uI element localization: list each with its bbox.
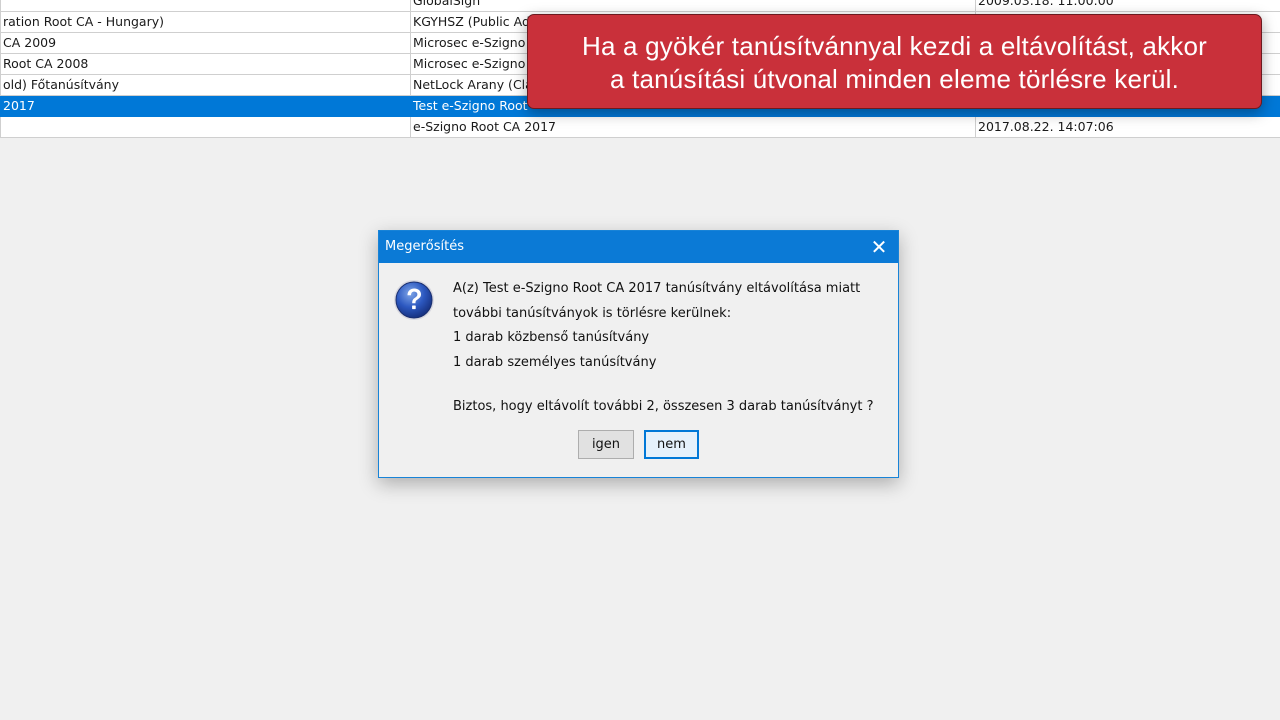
callout-line-1: Ha a gyökér tanúsítvánnyal kezdi a eltáv… [581,31,1207,61]
cell-issuer-text: GlobalSign [413,0,481,8]
message-line-1: A(z) Test e-Szigno Root CA 2017 tanúsítv… [453,281,861,296]
cell-issuer-text: Microsec e-Szigno [413,35,526,50]
cell-name: CA 2009 [0,32,411,54]
no-button[interactable]: nem [644,430,699,459]
cell-name-text: 2017 [3,98,35,113]
confirmation-dialog: Megerősítés ✕ A(z) Test e-Szigno Root CA… [378,230,899,478]
cell-name-text: old) Főtanúsítvány [3,77,119,92]
cell-issuer-text: KGYHSZ (Public Adm [413,14,543,29]
message-question: Biztos, hogy eltávolít további 2, összes… [453,399,874,414]
cell-issuer-text: e-Szigno Root CA 2017 [413,119,557,134]
message-line-2: további tanúsítványok is törlésre kerüln… [453,305,732,321]
table-row[interactable]: e-Szigno Root CA 2017 2017.08.22. 14:07:0… [0,116,1280,138]
cell-name-text: ration Root CA - Hungary) [3,14,164,29]
cell-date: 2009.03.18. 11:00:00 [975,0,1280,12]
cell-date-text: 2017.08.22. 14:07:06 [978,119,1114,134]
cell-name-text: Root CA 2008 [3,56,89,71]
dialog-titlebar[interactable]: Megerősítés ✕ [379,231,898,263]
cell-name-text: CA 2009 [3,35,57,50]
cell-name [0,0,411,12]
cell-date: 2017.08.22. 14:07:06 [975,116,1280,138]
cell-name: Root CA 2008 [0,53,411,75]
dialog-message: A(z) Test e-Szigno Root CA 2017 tanúsítv… [453,277,874,420]
cell-issuer-text: Microsec e-Szigno T [413,56,537,71]
cell-issuer-text: NetLock Arany (Cla [413,77,533,92]
callout-line-2: a tanúsítási útvonal minden eleme törlés… [609,64,1180,94]
yes-button[interactable]: igen [578,430,634,459]
message-line-3: 1 darab közbenső tanúsítvány [453,330,650,345]
question-icon [394,280,434,320]
table-row[interactable]: GlobalSign 2009.03.18. 11:00:00 [0,0,1280,12]
message-gap [453,375,874,395]
cell-name: old) Főtanúsítvány [0,74,411,96]
close-icon[interactable]: ✕ [864,233,894,261]
cell-issuer: e-Szigno Root CA 2017 [410,116,976,138]
instruction-callout: Ha a gyökér tanúsítvánnyal kezdi a eltáv… [527,14,1262,109]
message-line-4: 1 darab személyes tanúsítvány [453,354,657,370]
cell-name: 2017 [0,95,411,117]
cell-name [0,116,411,138]
dialog-title: Megerősítés [385,239,465,254]
cell-date-text: 2009.03.18. 11:00:00 [978,0,1114,8]
cell-issuer-text: Test e-Szigno Root [413,98,528,113]
cell-issuer: GlobalSign [410,0,976,12]
cell-name: ration Root CA - Hungary) [0,11,411,33]
